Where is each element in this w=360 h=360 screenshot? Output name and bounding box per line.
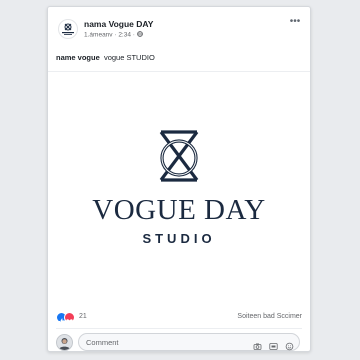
camera-icon[interactable] — [253, 338, 262, 350]
post-card: nama Vogue DAY 1.ámeanv · 2:34 · ••• nam… — [47, 6, 311, 352]
monogram-logo-icon — [159, 130, 199, 182]
gif-icon[interactable] — [269, 338, 278, 350]
comment-placeholder: Comment — [86, 338, 119, 347]
love-reaction-icon[interactable] — [64, 312, 75, 325]
brand-subtitle: STUDIO — [142, 231, 216, 246]
divider — [56, 328, 302, 329]
user-avatar[interactable] — [56, 334, 73, 351]
globe-icon — [136, 31, 143, 39]
post-meta: 1.ámeanv · 2:34 · — [84, 31, 143, 39]
brand-logo-icon — [62, 23, 74, 35]
sticker-icon[interactable] — [285, 338, 294, 351]
post-image[interactable]: VOGUE DAY STUDIO — [48, 72, 310, 308]
reaction-count[interactable]: 21 — [79, 313, 87, 320]
caption-text: vogue STUDIO — [103, 53, 155, 62]
reactions-row: 21 Soiteen bad Sccimer — [56, 312, 302, 325]
page-name[interactable]: nama Vogue DAY — [84, 19, 153, 29]
post-caption: name vogue vogue STUDIO — [56, 53, 155, 62]
caption-bold: name vogue — [56, 53, 100, 62]
page-avatar[interactable] — [58, 19, 78, 39]
brand-title: VOGUE DAY — [92, 194, 266, 226]
more-options-icon[interactable]: ••• — [288, 17, 302, 27]
post-meta-text: 1.ámeanv · 2:34 · — [84, 31, 137, 39]
comment-input[interactable]: Comment — [78, 333, 300, 351]
post-header: nama Vogue DAY 1.ámeanv · 2:34 · ••• — [48, 7, 310, 47]
shares-comments-link[interactable]: Soiteen bad Sccimer — [237, 313, 302, 320]
